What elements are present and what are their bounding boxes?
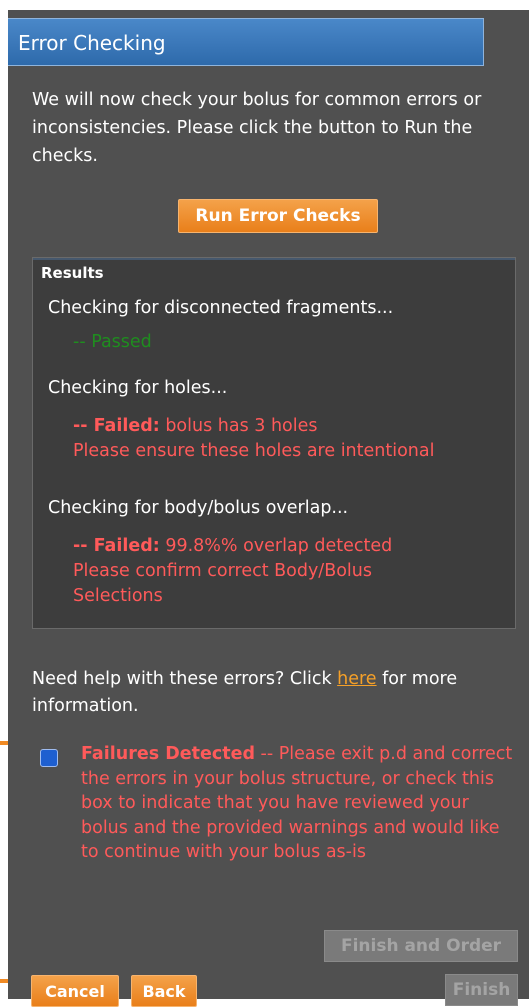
acknowledge-checkbox[interactable] xyxy=(40,749,58,767)
check-label-fragments: Checking for disconnected fragments... xyxy=(48,298,394,318)
failed-message: 99.8%% overlap detected xyxy=(159,536,393,556)
intro-text: We will now check your bolus for common … xyxy=(32,90,482,166)
finish-button[interactable]: Finish xyxy=(445,974,518,1006)
help-text-before: Need help with these errors? Click xyxy=(32,669,338,689)
finish-and-order-button[interactable]: Finish and Order xyxy=(324,930,518,962)
failed-detail: Please confirm correct Body/Bolus Select… xyxy=(73,561,372,606)
run-error-checks-button[interactable]: Run Error Checks xyxy=(178,199,378,233)
failures-warning: Failures Detected -- Please exit p.d and… xyxy=(81,742,521,865)
check-status-overlap: -- Failed: 99.8%% overlap detected Pleas… xyxy=(73,534,453,609)
cancel-button[interactable]: Cancel xyxy=(31,975,119,1007)
check-status-holes: -- Failed: bolus has 3 holes Please ensu… xyxy=(73,414,434,464)
failures-heading: Failures Detected xyxy=(81,744,255,764)
failed-message: bolus has 3 holes xyxy=(159,416,318,436)
error-checking-panel: Error Checking We will now check your bo… xyxy=(8,10,529,1007)
help-text: Need help with these errors? Click here … xyxy=(32,666,524,720)
back-button[interactable]: Back xyxy=(131,975,197,1007)
check-label-holes: Checking for holes... xyxy=(48,378,228,398)
help-link[interactable]: here xyxy=(337,669,376,689)
failed-prefix: -- Failed: xyxy=(73,536,160,556)
check-status-fragments: -- Passed xyxy=(73,332,152,352)
panel-title: Error Checking xyxy=(8,18,484,66)
results-box: Results Checking for disconnected fragme… xyxy=(32,257,516,629)
check-label-overlap: Checking for body/bolus overlap... xyxy=(48,498,349,518)
failed-prefix: -- Failed: xyxy=(73,416,160,436)
results-title: Results xyxy=(41,264,104,282)
failed-detail: Please ensure these holes are intentiona… xyxy=(73,441,435,461)
